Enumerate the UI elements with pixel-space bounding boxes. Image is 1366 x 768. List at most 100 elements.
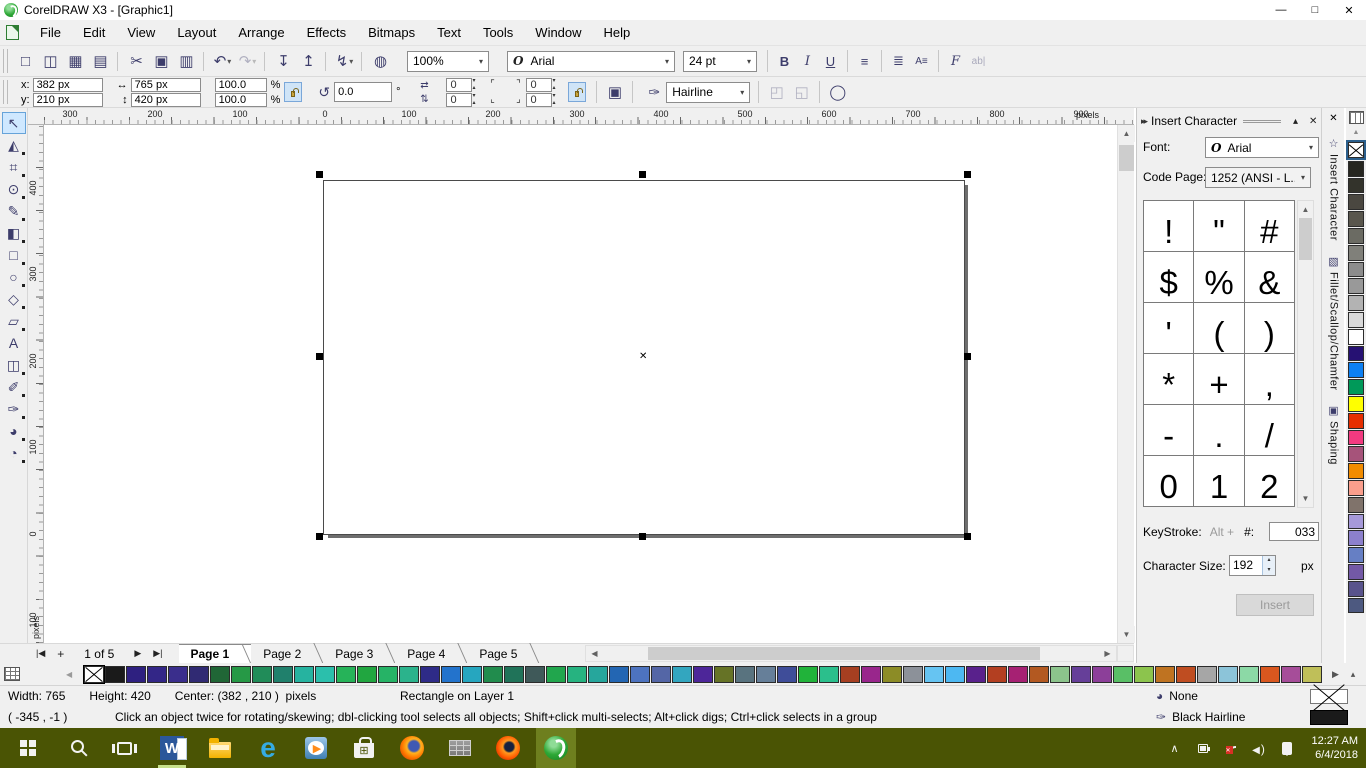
color-swatch[interactable] (1134, 666, 1154, 683)
color-swatch[interactable] (1281, 666, 1301, 683)
zoom-level-combo[interactable]: 100% ▾ (407, 51, 489, 72)
color-swatch[interactable] (1176, 666, 1196, 683)
color-swatch[interactable] (1348, 346, 1364, 362)
color-swatch[interactable] (336, 666, 356, 683)
color-swatch[interactable] (189, 666, 209, 683)
color-swatch[interactable] (126, 666, 146, 683)
color-swatch[interactable] (1348, 211, 1364, 227)
color-swatch[interactable] (1348, 480, 1364, 496)
menu-item[interactable]: Bitmaps (357, 21, 426, 45)
font-size-combo[interactable]: 24 pt ▾ (683, 51, 757, 72)
character-cell[interactable]: 1 (1194, 456, 1243, 506)
scroll-down-button[interactable]: ▼ (1298, 490, 1313, 507)
text-tool[interactable]: A (2, 332, 26, 354)
color-swatch[interactable] (399, 666, 419, 683)
toolbar-grip[interactable] (3, 80, 8, 104)
color-swatch[interactable] (924, 666, 944, 683)
color-swatch[interactable] (693, 666, 713, 683)
color-swatch[interactable] (798, 666, 818, 683)
color-swatch[interactable] (1260, 666, 1280, 683)
color-swatch[interactable] (756, 666, 776, 683)
character-cell[interactable]: ( (1194, 303, 1243, 353)
page-tab-3[interactable]: Page 3 (323, 644, 395, 664)
docker-font-combo[interactable]: O Arial ▾ (1205, 137, 1319, 158)
spinner[interactable]: ▾▴ (472, 93, 475, 107)
color-swatch[interactable] (357, 666, 377, 683)
character-cell[interactable]: , (1245, 354, 1294, 404)
menu-item[interactable]: Window (524, 21, 592, 45)
maximize-button[interactable]: □ (1298, 0, 1332, 20)
color-swatch[interactable] (294, 666, 314, 683)
color-swatch[interactable] (105, 666, 125, 683)
color-swatch[interactable] (1348, 497, 1364, 513)
color-swatch[interactable] (1348, 228, 1364, 244)
keystroke-input[interactable]: 033 (1269, 522, 1319, 541)
scale-v-input[interactable]: 100.0 (215, 93, 267, 107)
color-swatch[interactable] (1071, 666, 1091, 683)
character-cell[interactable]: " (1194, 201, 1243, 251)
clock[interactable]: 12:27 AM 6/4/2018 (1308, 734, 1366, 762)
page-tab-4[interactable]: Page 4 (395, 644, 467, 664)
color-swatch[interactable] (462, 666, 482, 683)
color-swatch[interactable] (378, 666, 398, 683)
color-swatch[interactable] (483, 666, 503, 683)
width-input[interactable]: 765 px (131, 78, 201, 92)
corner-tr-input[interactable]: 0 (526, 78, 552, 92)
color-swatch[interactable] (1348, 262, 1364, 278)
menu-item[interactable]: Text (426, 21, 472, 45)
color-swatch[interactable] (1348, 194, 1364, 210)
scroll-right-button[interactable]: ▶ (1099, 646, 1116, 661)
menu-item[interactable]: Edit (72, 21, 116, 45)
character-cell[interactable]: ' (1144, 303, 1193, 353)
character-cell[interactable]: + (1194, 354, 1243, 404)
character-cell[interactable]: # (1245, 201, 1294, 251)
color-swatch[interactable] (1155, 666, 1175, 683)
color-swatch[interactable] (861, 666, 881, 683)
selection-handle[interactable] (316, 171, 323, 178)
horizontal-scrollbar[interactable]: ◀ ▶ (585, 645, 1117, 662)
print-button[interactable]: ▤ (88, 49, 113, 74)
page-tab-2[interactable]: Page 2 (251, 644, 323, 664)
character-cell[interactable]: % (1194, 252, 1243, 302)
color-swatch[interactable] (1092, 666, 1112, 683)
color-swatch[interactable] (546, 666, 566, 683)
rotation-input[interactable]: 0.0 (334, 82, 392, 102)
docker-drag-line[interactable] (1243, 120, 1281, 123)
battery-icon[interactable] (1192, 728, 1214, 768)
corner-tl-input[interactable]: 0 (446, 78, 472, 92)
firefox-dev-button[interactable] (488, 728, 528, 768)
character-cell[interactable]: . (1194, 405, 1243, 455)
color-swatch[interactable] (1348, 547, 1364, 563)
scroll-left-button[interactable]: ◀ (586, 646, 603, 661)
menu-item[interactable]: Arrange (227, 21, 295, 45)
spinner[interactable]: ▾▴ (472, 78, 475, 92)
selection-handle[interactable] (964, 353, 971, 360)
color-swatch[interactable] (609, 666, 629, 683)
x-position-input[interactable]: 382 px (33, 78, 103, 92)
palette-scroll-up-button[interactable]: ▲ (1347, 126, 1366, 138)
network-icon[interactable] (1220, 728, 1242, 768)
page-tab-5[interactable]: Page 5 (467, 644, 539, 664)
paste-button[interactable]: ▥ (174, 49, 199, 74)
color-swatch[interactable] (1348, 530, 1364, 546)
color-swatch[interactable] (588, 666, 608, 683)
character-cell[interactable]: & (1245, 252, 1294, 302)
selection-handle[interactable] (964, 171, 971, 178)
color-swatch[interactable] (525, 666, 545, 683)
color-swatch[interactable] (1348, 312, 1364, 328)
color-swatch[interactable] (987, 666, 1007, 683)
color-swatch[interactable] (903, 666, 923, 683)
color-swatch[interactable] (840, 666, 860, 683)
wrap-paragraph-text-button[interactable]: ▣ (602, 80, 627, 105)
cut-button[interactable]: ✂ (124, 49, 149, 74)
menu-item[interactable]: File (29, 21, 72, 45)
scroll-down-button[interactable]: ▼ (1118, 626, 1135, 643)
palette-menu-icon[interactable] (1349, 111, 1364, 124)
interactive-blend-tool[interactable]: ◫ (2, 354, 26, 376)
outline-status-swatch[interactable] (1310, 710, 1348, 725)
selection-handle[interactable] (639, 171, 646, 178)
italic-button[interactable]: I (796, 50, 819, 73)
character-size-input[interactable]: 192 ▴▾ (1229, 555, 1276, 576)
redo-button[interactable]: ↷ (235, 49, 260, 74)
corner-br-input[interactable]: 0 (526, 93, 552, 107)
